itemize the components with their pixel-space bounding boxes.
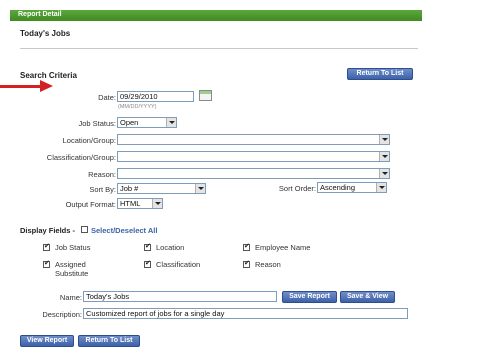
employee-name-checkbox[interactable] <box>243 242 250 251</box>
classification-checkbox-label: Classification <box>156 260 201 269</box>
sort-by-value: Job # <box>120 184 139 193</box>
output-format-select[interactable]: HTML <box>117 198 163 209</box>
classification-checkbox[interactable] <box>144 259 151 268</box>
report-name-input[interactable]: Today's Jobs <box>83 291 277 302</box>
save-and-view-button[interactable]: Save & View <box>340 291 395 303</box>
reason-checkbox[interactable] <box>243 259 250 268</box>
reason-label: Reason: <box>88 170 116 179</box>
report-name-label: Name: <box>59 293 82 302</box>
search-criteria-title: Search Criteria <box>20 71 77 80</box>
location-checkbox-label: Location <box>156 243 185 252</box>
date-label: Date: <box>98 93 116 102</box>
chevron-down-icon <box>379 152 389 161</box>
sort-by-select[interactable]: Job # <box>117 183 206 194</box>
assigned-substitute-checkbox[interactable] <box>43 259 50 268</box>
red-arrow-icon <box>0 85 42 88</box>
sort-order-label: Sort Order: <box>278 184 316 193</box>
view-report-button[interactable]: View Report <box>20 335 74 347</box>
classification-group-label: Classification/Group: <box>46 153 116 162</box>
header-title: Report Detail <box>18 11 62 18</box>
location-checkbox[interactable] <box>144 242 151 251</box>
output-format-value: HTML <box>120 199 141 208</box>
red-arrow-head-icon <box>40 80 53 92</box>
location-group-label: Location/Group: <box>62 136 116 145</box>
location-group-select[interactable] <box>117 134 390 145</box>
sort-by-label: Sort By: <box>89 185 116 194</box>
date-input[interactable]: 09/29/2010 <box>117 91 194 102</box>
chevron-down-icon <box>166 118 176 127</box>
footer-return-to-list-button[interactable]: Return To List <box>78 335 140 347</box>
job-status-label: Job Status: <box>78 119 116 128</box>
report-detail-header: Report Detail <box>10 10 422 21</box>
reason-checkbox-label: Reason <box>255 260 281 269</box>
chevron-down-icon <box>379 135 389 144</box>
reason-select[interactable] <box>117 168 390 179</box>
job-status-select[interactable]: Open <box>117 117 177 128</box>
sort-order-select[interactable]: Ascending <box>317 182 387 193</box>
date-format-hint: (MM/DD/YYYY) <box>118 104 157 110</box>
classification-group-select[interactable] <box>117 151 390 162</box>
employee-name-checkbox-label: Employee Name <box>255 243 311 252</box>
output-format-label: Output Format: <box>65 200 116 209</box>
chevron-down-icon <box>195 184 205 193</box>
return-to-list-button[interactable]: Return To List <box>347 68 413 80</box>
report-description-input[interactable]: Customized report of jobs for a single d… <box>83 308 408 319</box>
chevron-down-icon <box>379 169 389 178</box>
save-report-button[interactable]: Save Report <box>282 291 337 303</box>
sort-order-value: Ascending <box>320 183 356 192</box>
assigned-substitute-checkbox-label: Assigned Substitute <box>55 260 89 278</box>
job-status-checkbox-label: Job Status <box>55 243 91 252</box>
calendar-icon[interactable] <box>199 90 212 101</box>
job-status-value: Open <box>120 118 139 127</box>
report-description-label: Description: <box>42 310 82 319</box>
chevron-down-icon <box>376 183 386 192</box>
select-deselect-all-link[interactable]: Select/Deselect All <box>91 226 157 235</box>
divider <box>20 48 418 49</box>
chevron-down-icon <box>152 199 162 208</box>
display-fields-label: Display Fields - <box>20 226 76 235</box>
select-all-checkbox[interactable] <box>81 226 88 233</box>
page-title: Today's Jobs <box>20 29 71 38</box>
job-status-checkbox[interactable] <box>43 242 50 251</box>
